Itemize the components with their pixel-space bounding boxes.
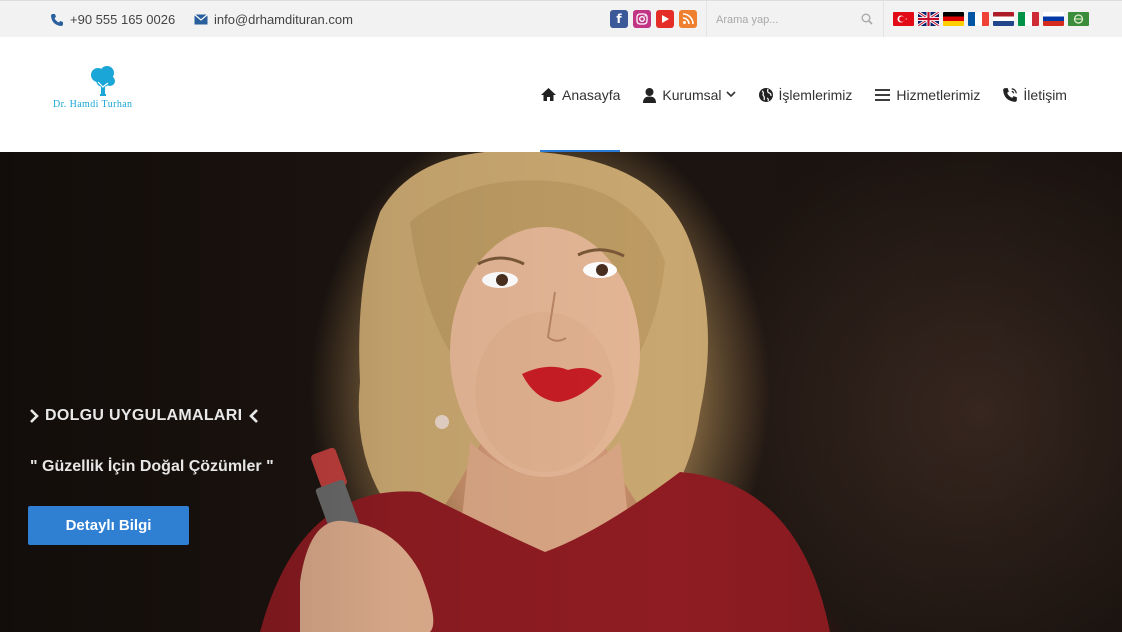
nav-label: Kurumsal — [662, 86, 722, 103]
phone-icon — [1003, 87, 1018, 102]
facebook-icon[interactable]: f — [610, 10, 628, 28]
flag-dutch-icon[interactable] — [993, 12, 1014, 26]
flag-english-icon[interactable] — [918, 12, 939, 26]
slide-title-text: DOLGU UYGULAMALARI — [45, 407, 243, 424]
search-box — [706, 1, 884, 38]
details-button[interactable]: Detaylı Bilgi — [28, 506, 189, 545]
phone-icon — [51, 13, 63, 26]
hero-overlay — [0, 152, 1122, 632]
user-icon — [643, 87, 657, 103]
flag-russian-icon[interactable] — [1043, 12, 1064, 26]
rss-icon[interactable] — [679, 10, 697, 28]
flag-german-icon[interactable] — [943, 12, 964, 26]
instagram-icon[interactable] — [633, 10, 651, 28]
flag-arabic-icon[interactable] — [1068, 12, 1089, 26]
search-icon[interactable] — [861, 13, 873, 25]
email-contact[interactable]: info@drhamdituran.com — [194, 1, 353, 38]
logo-tree-icon — [91, 66, 115, 96]
slide-title: DOLGU UYGULAMALARI — [28, 407, 260, 425]
flag-turkish-icon[interactable] — [893, 12, 914, 26]
youtube-icon[interactable] — [656, 10, 674, 28]
chevron-left-icon — [249, 409, 259, 423]
chevron-right-icon — [30, 409, 39, 423]
main-nav: Anasayfa Kurumsal İşlemlerimiz Hizmetler… — [540, 37, 1067, 152]
nav-item-islemlerimiz[interactable]: İşlemlerimiz — [758, 37, 853, 152]
globe-icon — [758, 87, 773, 102]
nav-label: Anasayfa — [562, 86, 621, 103]
phone-number: +90 555 165 0026 — [70, 12, 176, 27]
nav-label: İşlemlerimiz — [778, 86, 853, 103]
nav-item-anasayfa[interactable]: Anasayfa — [540, 37, 621, 152]
site-header: Dr. Hamdi Turhan Anasayfa Kurumsal İşlem… — [0, 37, 1122, 152]
hero-slider: DOLGU UYGULAMALARI " Güzellik İçin Doğal… — [0, 152, 1122, 632]
phone-contact[interactable]: +90 555 165 0026 — [50, 1, 175, 38]
site-logo[interactable]: Dr. Hamdi Turhan — [52, 65, 162, 115]
mail-icon — [194, 14, 208, 25]
chevron-down-icon — [725, 91, 736, 98]
nav-item-kurumsal[interactable]: Kurumsal — [642, 37, 736, 152]
logo-text: Dr. Hamdi Turhan — [53, 99, 133, 110]
flag-italian-icon[interactable] — [1018, 12, 1039, 26]
top-bar: +90 555 165 0026 info@drhamdituran.com f — [0, 0, 1122, 38]
email-address: info@drhamdituran.com — [214, 12, 353, 27]
flag-french-icon[interactable] — [968, 12, 989, 26]
home-icon — [541, 88, 556, 101]
nav-label: İletişim — [1023, 86, 1067, 103]
nav-item-iletisim[interactable]: İletişim — [1002, 37, 1067, 152]
slide-subtitle: " Güzellik İçin Doğal Çözümler " — [30, 458, 274, 475]
nav-label: Hizmetlerimiz — [896, 86, 981, 103]
nav-item-hizmetlerimiz[interactable]: Hizmetlerimiz — [874, 37, 980, 152]
search-input[interactable] — [716, 11, 856, 28]
social-links: f — [610, 10, 697, 28]
language-flags — [893, 12, 1089, 26]
menu-icon — [875, 88, 891, 101]
